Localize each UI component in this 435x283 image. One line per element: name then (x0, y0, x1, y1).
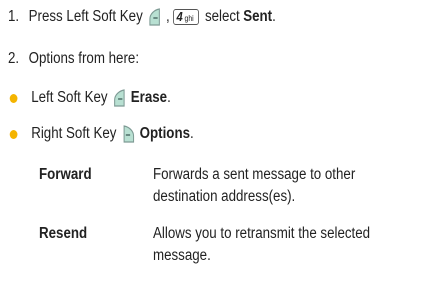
step-1: 1. Press Left Soft Key , 4 ghi select Sen… (8, 7, 276, 27)
option-term-forward: Forward (39, 166, 92, 183)
option-term-resend: Resend (39, 225, 88, 242)
option-desc-forward-line1: Forwards a sent message to other (153, 166, 356, 183)
bullet-text: Right Soft Key (31, 125, 117, 142)
action-label: Erase (130, 89, 168, 106)
bullet-options: Right Soft Key Options. (8, 124, 194, 144)
option-desc-resend-line1: Allows you to retransmit the selected (153, 225, 371, 242)
bullet-icon (9, 93, 18, 103)
right-softkey-icon (122, 125, 136, 143)
step-text: Options from here: (28, 50, 140, 67)
option-desc-forward-line2: destination address(es). (153, 188, 296, 205)
period: . (190, 125, 194, 142)
action-label: Options (139, 125, 191, 142)
period: . (167, 89, 171, 106)
option-desc-resend-line2: message. (153, 247, 211, 264)
key-4-icon: 4 ghi (173, 9, 199, 25)
key-letters: ghi (184, 14, 194, 23)
step-number: 1. (8, 8, 20, 25)
comma: , (165, 8, 170, 25)
manual-page: 1. Press Left Soft Key , 4 ghi select Sen… (0, 0, 435, 283)
step-2: 2. Options from here: (8, 49, 139, 69)
left-softkey-icon (113, 89, 127, 107)
bullet-icon (9, 129, 18, 139)
step-number: 2. (8, 50, 20, 67)
period: . (272, 8, 276, 25)
left-softkey-icon (148, 8, 162, 26)
key-digit: 4 (176, 9, 183, 24)
select-target: Sent (243, 8, 273, 25)
bullet-erase: Left Soft Key Erase. (8, 88, 171, 108)
step-text: Press Left Soft Key (28, 8, 143, 25)
bullet-text: Left Soft Key (31, 89, 108, 106)
select-text: select (204, 8, 240, 25)
